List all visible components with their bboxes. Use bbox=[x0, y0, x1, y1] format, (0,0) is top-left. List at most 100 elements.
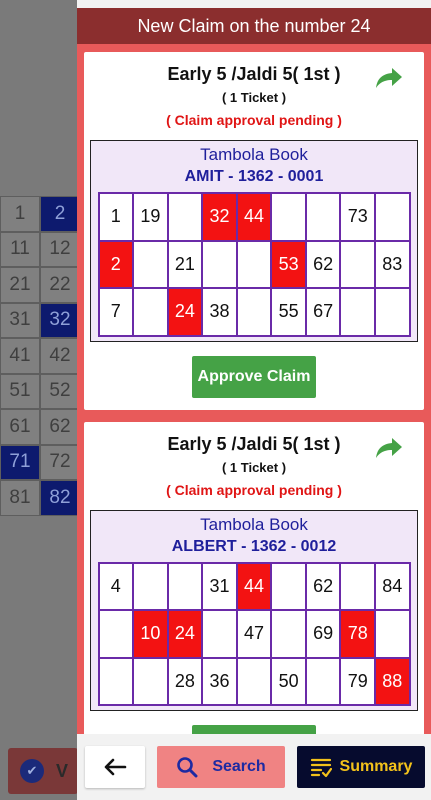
approve-claim-button[interactable]: Approve Claim bbox=[192, 355, 316, 398]
drawer-title: New Claim on the number 24 bbox=[137, 15, 371, 36]
board-number-cell: 31 bbox=[0, 302, 40, 338]
ticket-cell: 21 bbox=[168, 241, 204, 289]
claim-title: Early 5 /Jaldi 5( 1st ) bbox=[167, 433, 341, 454]
ticket-cell bbox=[237, 289, 273, 337]
ticket-cell: 32 bbox=[203, 194, 238, 242]
board-number-cell: 22 bbox=[40, 267, 80, 303]
claims-list[interactable]: Early 5 /Jaldi 5( 1st ) ( 1 Ticket ) ( Cla… bbox=[77, 44, 431, 734]
board-number-cell: 2 bbox=[40, 196, 80, 232]
search-icon bbox=[177, 757, 198, 778]
board-number-cell: 51 bbox=[0, 373, 40, 409]
ticket-cell bbox=[237, 241, 273, 289]
ticket-cell bbox=[203, 241, 238, 289]
ticket-cell bbox=[341, 241, 376, 289]
board-row: 71 72 bbox=[0, 444, 80, 480]
summary-button[interactable]: Summary bbox=[297, 746, 425, 788]
claim-ticket-count: ( 1 Ticket ) bbox=[221, 90, 287, 105]
ticket-cell: 84 bbox=[376, 563, 411, 611]
ticket-cell: 1 bbox=[99, 194, 135, 242]
ticket-cell: 24 bbox=[168, 611, 204, 659]
ticket-cell bbox=[376, 194, 411, 242]
board-number-cell: 42 bbox=[40, 338, 80, 374]
ticket-cell bbox=[203, 611, 238, 659]
ticket-cell bbox=[341, 289, 376, 337]
ticket-cell: 4 bbox=[99, 563, 135, 611]
board-number-cell: 21 bbox=[0, 267, 40, 303]
board-row: 61 62 bbox=[0, 409, 80, 445]
ticket-grid: 1 19 32 44 73 2 21 53 62 83 7 24 38 55 67 bbox=[97, 192, 411, 337]
ticket-cell: 38 bbox=[203, 289, 238, 337]
board-row: 31 32 bbox=[0, 302, 80, 338]
ticket-cell bbox=[168, 194, 204, 242]
ticket-cell: 36 bbox=[203, 658, 238, 706]
ticket-cell bbox=[272, 563, 307, 611]
tambola-book: Tambola Book AMIT - 1362 - 0001 1 19 32 44 73 2… bbox=[90, 140, 418, 342]
ticket-cell: 28 bbox=[168, 658, 204, 706]
board-number-cell: 1 bbox=[0, 196, 40, 232]
ticket-cell: 19 bbox=[134, 194, 169, 242]
share-arrow-icon[interactable] bbox=[374, 436, 404, 460]
summary-button-label: Summary bbox=[339, 758, 413, 775]
book-title: Tambola Book bbox=[200, 514, 308, 534]
board-row: 12 bbox=[0, 196, 80, 232]
board-number-cell: 12 bbox=[40, 231, 80, 267]
ticket-cell bbox=[306, 658, 342, 706]
board-row: 21 22 bbox=[0, 267, 80, 303]
ticket-cell bbox=[134, 289, 169, 337]
claim-title: Early 5 /Jaldi 5( 1st ) bbox=[167, 64, 341, 84]
claim-ticket-count: ( 1 Ticket ) bbox=[221, 459, 287, 475]
ticket-cell bbox=[341, 563, 376, 611]
claim-status: ( Claim approval pending ) bbox=[166, 481, 342, 498]
ticket-cell bbox=[99, 658, 135, 706]
ticket-cell: 24 bbox=[168, 289, 204, 337]
drawer-header: New Claim on the number 24 bbox=[77, 8, 431, 44]
ticket-cell: 53 bbox=[272, 241, 307, 289]
board-number-cell: 81 bbox=[0, 480, 40, 516]
ticket-cell: 55 bbox=[272, 289, 307, 337]
ticket-cell: 47 bbox=[237, 611, 273, 659]
ticket-cell: 69 bbox=[306, 611, 342, 659]
board-number-cell: 52 bbox=[40, 373, 80, 409]
board-number-cell: 72 bbox=[40, 444, 80, 480]
board-row: 41 42 bbox=[0, 338, 80, 374]
tambola-book: Tambola Book ALBERT - 1362 - 0012 4 31 44 62 8… bbox=[90, 509, 418, 711]
list-check-icon bbox=[310, 758, 332, 778]
back-button[interactable] bbox=[85, 746, 145, 788]
approve-claim-button[interactable]: Approve Claim bbox=[192, 725, 316, 734]
ticket-cell bbox=[272, 194, 307, 242]
board-number-cell: 61 bbox=[0, 409, 40, 445]
claims-drawer: New Claim on the number 24 Early 5 /Jald… bbox=[77, 0, 431, 800]
ticket-cell bbox=[134, 241, 169, 289]
background-number-board: 1 2 11 12 21 22 31 32 41 42 51 52 61 62 71 72 81 82 bbox=[0, 196, 80, 516]
ticket-cell: 78 bbox=[341, 611, 376, 659]
share-arrow-icon[interactable] bbox=[374, 66, 404, 90]
claim-card: Early 5 /Jaldi 5( 1st ) ( 1 Ticket ) ( Cla… bbox=[84, 52, 424, 410]
board-row: 11 12 bbox=[0, 231, 80, 267]
bottom-bar: Search Summary bbox=[77, 734, 431, 800]
ticket-cell bbox=[272, 611, 307, 659]
book-owner: ALBERT - 1362 - 0012 bbox=[171, 537, 337, 555]
ticket-row: 7 24 38 55 67 bbox=[99, 289, 411, 337]
claim-card: Early 5 /Jaldi 5( 1st ) ( 1 Ticket ) ( Cla… bbox=[84, 421, 424, 734]
ticket-cell bbox=[376, 289, 411, 337]
board-number-cell: 62 bbox=[40, 409, 80, 445]
board-number-cell: 11 bbox=[0, 231, 40, 267]
ticket-cell: 10 bbox=[134, 611, 169, 659]
ticket-cell bbox=[134, 658, 169, 706]
search-button-label: Search bbox=[212, 758, 266, 775]
ticket-cell: 44 bbox=[237, 194, 273, 242]
ticket-cell: 83 bbox=[376, 241, 411, 289]
search-button[interactable]: Search bbox=[157, 746, 285, 788]
board-number-cell: 82 bbox=[40, 480, 80, 516]
ticket-cell bbox=[168, 563, 204, 611]
verified-badge-icon: ✔ bbox=[20, 759, 44, 783]
ticket-row: 10 24 47 69 78 bbox=[99, 611, 411, 659]
book-title: Tambola Book bbox=[200, 145, 308, 164]
drawer-top-spacer bbox=[77, 0, 431, 8]
ticket-cell: 44 bbox=[237, 563, 273, 611]
arrow-left-icon bbox=[104, 758, 127, 776]
ticket-cell bbox=[306, 194, 342, 242]
ticket-cell bbox=[376, 611, 411, 659]
board-row: 51 52 bbox=[0, 373, 80, 409]
background-bottom-button: ✔ V bbox=[8, 748, 78, 794]
